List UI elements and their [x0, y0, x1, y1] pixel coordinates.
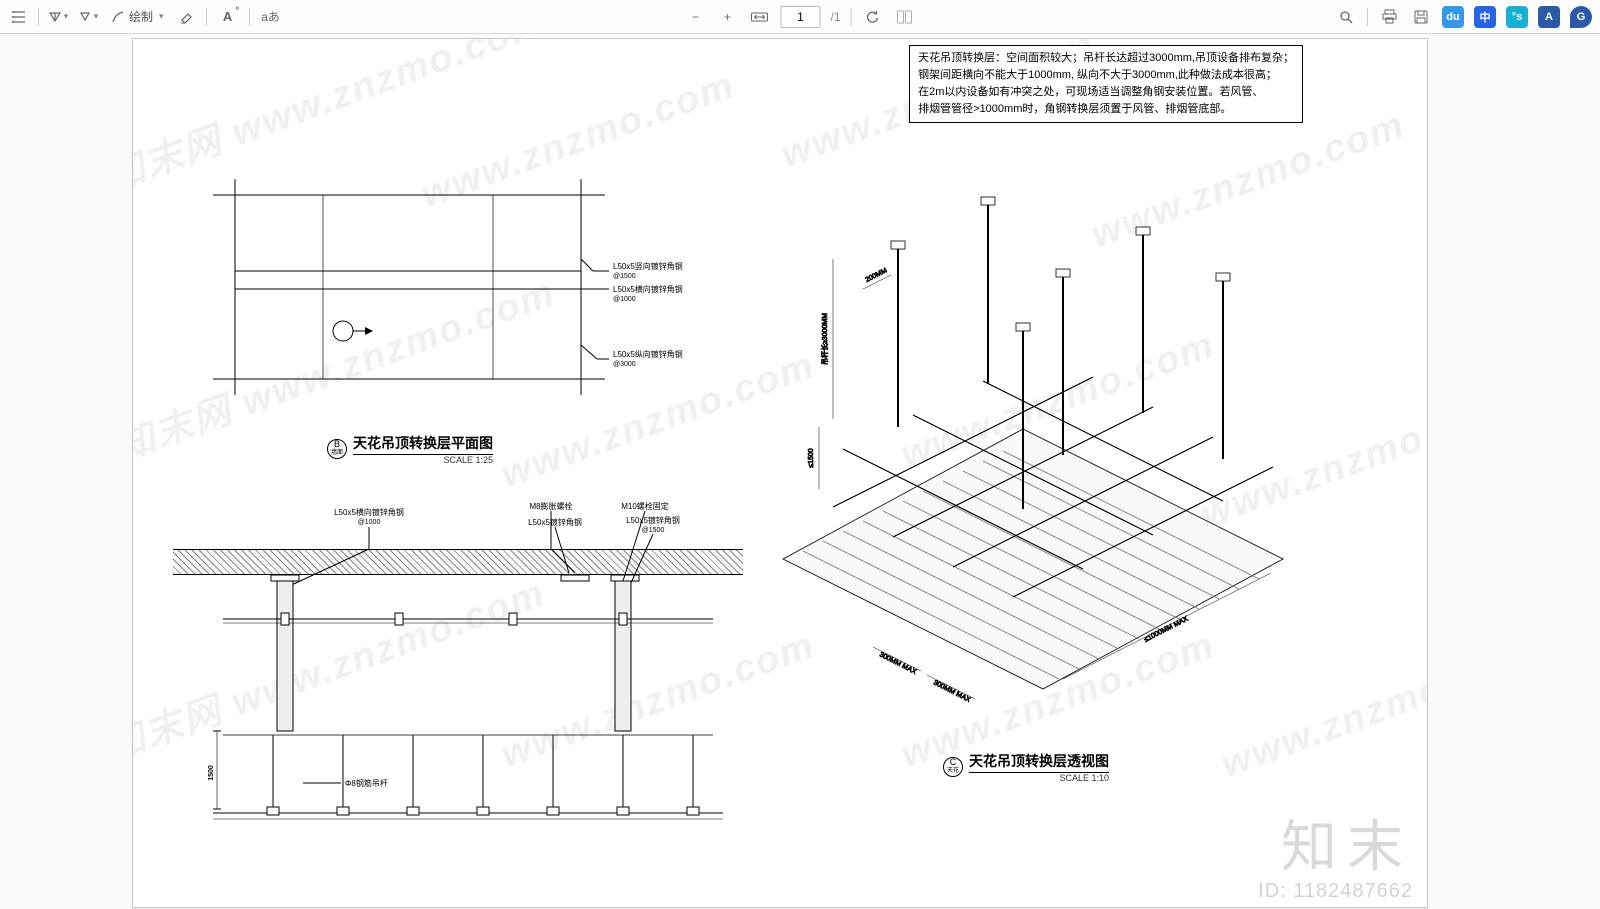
note-line: 排烟管管径>1000mm时，角钢转换层须置于风管、排烟管底部。	[918, 101, 1294, 118]
note-line: 钢架间距横向不能大于1000mm, 纵向不大于3000mm,此种做法成本很高；	[918, 67, 1294, 84]
sidebar-toggle-icon[interactable]	[8, 6, 30, 28]
text-annot-icon[interactable]: A»	[215, 6, 241, 28]
iso-title: C天花 天花吊顶转换层透视图SCALE 1:10	[943, 751, 1109, 783]
svg-text:@1000: @1000	[358, 519, 381, 526]
toolbar-left: 绘制 A» aあ	[8, 6, 284, 28]
plan-drawing: L50x5竖向镀锌角钢 @1500 L50x5横向镀锌角钢 @1000 L50x…	[193, 159, 723, 449]
selection-tool-icon[interactable]	[47, 6, 69, 28]
svg-text:@1500: @1500	[642, 527, 665, 534]
svg-text:@3000: @3000	[613, 361, 636, 368]
toolbar-right: du 中 °s A G	[1335, 6, 1592, 28]
highlight-tool-icon[interactable]	[77, 6, 99, 28]
plan-tag-bubble: B墙面	[327, 439, 347, 459]
note-line: 天花吊顶转换层：空间面积较大；吊杆长达超过3000mm,吊顶设备排布复杂；	[918, 50, 1294, 67]
svg-text:L50x5横向镀锌角钢: L50x5横向镀锌角钢	[613, 284, 683, 294]
document-viewer[interactable]: 知末网 www.znzmo.com www.znzmo.com www.znzm…	[0, 34, 1600, 909]
iso-tag-bubble: C天花	[943, 757, 963, 777]
svg-text:吊杆长≥3000MM: 吊杆长≥3000MM	[820, 313, 829, 365]
ext-chat-pill[interactable]: G	[1570, 6, 1592, 28]
iso-scale-text: SCALE 1:10	[969, 773, 1109, 783]
draw-tool-button[interactable]: 绘制	[107, 8, 168, 25]
separator	[249, 8, 250, 26]
drawing-note-box: 天花吊顶转换层：空间面积较大；吊杆长达超过3000mm,吊顶设备排布复杂； 钢架…	[909, 45, 1303, 123]
svg-text:L50x5竖向镀锌角钢: L50x5竖向镀锌角钢	[613, 261, 683, 271]
separator	[206, 8, 207, 26]
search-icon[interactable]	[1335, 6, 1357, 28]
plan-scale-text: SCALE 1:25	[353, 455, 493, 465]
svg-text:L50x5横向镀锌角钢: L50x5横向镀锌角钢	[334, 507, 404, 517]
zoom-in-icon[interactable]: +	[716, 6, 738, 28]
separator	[1367, 8, 1368, 26]
print-icon[interactable]	[1378, 6, 1400, 28]
svg-text:M8膨胀螺栓: M8膨胀螺栓	[529, 501, 572, 511]
page-total-label: /1	[830, 10, 840, 24]
iso-title-text: 天花吊顶转换层透视图	[969, 751, 1109, 773]
svg-text:@1500: @1500	[613, 273, 636, 280]
svg-text:300MM MAX: 300MM MAX	[878, 651, 918, 676]
thumbnail-view-icon[interactable]	[894, 6, 916, 28]
plan-title-text: 天花吊顶转换层平面图	[353, 433, 493, 455]
zoom-out-icon[interactable]: −	[684, 6, 706, 28]
svg-text:Φ8钢筋吊杆: Φ8钢筋吊杆	[345, 778, 388, 788]
iso-drawing: ≤1000MM MAX 300MM MAX 300MM MAX 200MM 吊杆…	[723, 159, 1303, 719]
svg-text:L50x5镀锌角钢: L50x5镀锌角钢	[626, 515, 680, 525]
draw-tool-label: 绘制	[129, 8, 153, 25]
rotate-icon[interactable]	[862, 6, 884, 28]
svg-text:≤1500: ≤1500	[808, 448, 815, 468]
eraser-tool-icon[interactable]	[176, 6, 198, 28]
separator	[38, 8, 39, 26]
note-line: 在2m以内设备如有冲突之处，可现场适当调整角钢安装位置。若风管、	[918, 84, 1294, 101]
watermark-logo: 知末	[1281, 802, 1413, 883]
ext-baidu-pill[interactable]: du	[1442, 6, 1464, 28]
translate-icon[interactable]: aあ	[258, 6, 284, 28]
ext-lang-pill[interactable]: 中	[1474, 6, 1496, 28]
section-drawing: L50x5横向镀锌角钢 @1000 M8膨胀螺栓 L50x5镀锌角钢 M10螺栓…	[173, 489, 743, 889]
document-page: 知末网 www.znzmo.com www.znzmo.com www.znzm…	[132, 38, 1428, 908]
watermark-id: ID: 1182487662	[1258, 880, 1413, 903]
svg-text:1500: 1500	[208, 765, 215, 781]
svg-text:L50x5纵向镀锌角钢: L50x5纵向镀锌角钢	[613, 349, 683, 359]
page-number-input[interactable]	[780, 6, 820, 28]
ext-assistant-pill[interactable]: A	[1538, 6, 1560, 28]
svg-text:@1000: @1000	[613, 296, 636, 303]
svg-text:L50x5镀锌角钢: L50x5镀锌角钢	[528, 517, 582, 527]
svg-text:200MM: 200MM	[864, 267, 888, 284]
svg-text:300MM MAX: 300MM MAX	[932, 679, 972, 704]
pdf-toolbar: 绘制 A» aあ − + /1	[0, 0, 1600, 34]
ext-weather-pill[interactable]: °s	[1506, 6, 1528, 28]
plan-title: B墙面 天花吊顶转换层平面图SCALE 1:25	[327, 433, 493, 465]
fit-width-icon[interactable]	[748, 6, 770, 28]
toolbar-center: − + /1	[684, 6, 915, 28]
separator	[851, 8, 852, 26]
save-icon[interactable]	[1410, 6, 1432, 28]
svg-text:M10螺栓固定: M10螺栓固定	[621, 501, 669, 511]
